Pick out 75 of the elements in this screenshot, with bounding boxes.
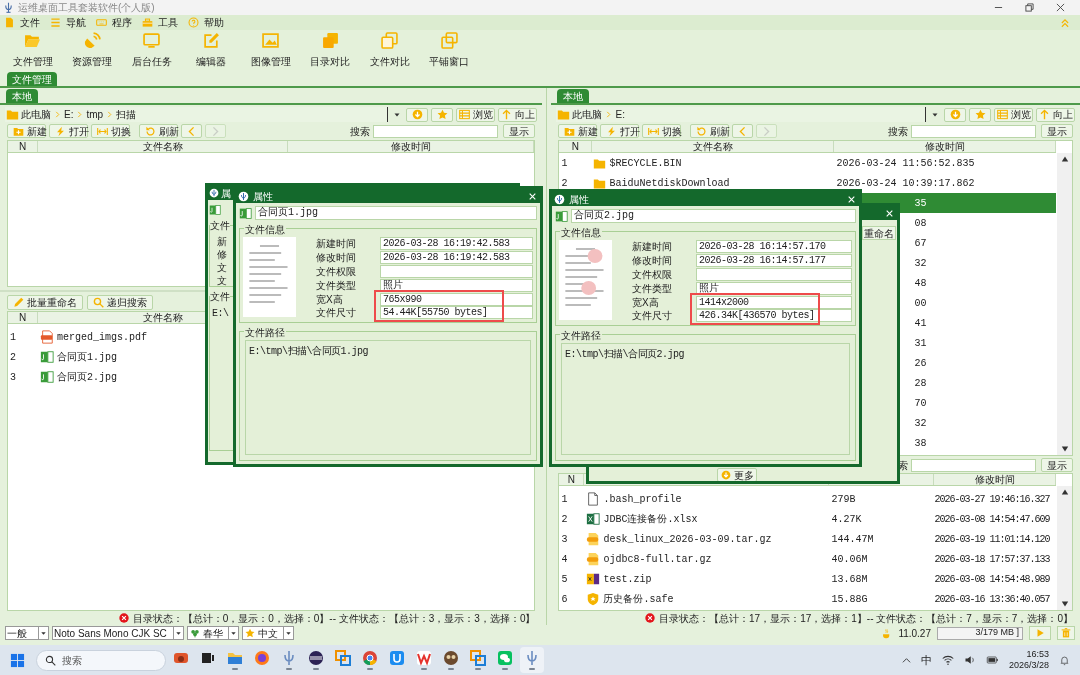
path-text: E:\tmp\扫描\合同页2.jpg (565, 348, 684, 362)
field-label: 文件尺寸 (632, 309, 673, 323)
file-name: $RECYCLE.BIN (609, 156, 682, 171)
memory-bar: 3/179 MB ] (937, 626, 1023, 640)
dialog-title: 属性 (569, 192, 589, 207)
file-name: desk_linux_2026-03-09.tar.gz (603, 532, 772, 547)
row-number: 1 (560, 492, 569, 507)
row-number: 4 (560, 552, 569, 567)
dialog-title: 属性 (253, 189, 273, 204)
field-label: 修改时间 (632, 254, 673, 268)
modified-time: 28 (914, 376, 927, 391)
modified-time: 70 (914, 396, 927, 411)
row-number: 3 (9, 370, 17, 385)
modified-time: 2026-03-08 14:54:47.609 (934, 512, 1050, 527)
field-label: 文件类型 (632, 282, 673, 296)
modified-time: 2026-03-19 11:01:14.120 (934, 532, 1050, 547)
group-label: 文件 (210, 218, 230, 233)
file-name: 合同页1.jpg (57, 350, 117, 365)
row-number: 1 (560, 156, 569, 171)
group-label: 文件 (210, 289, 230, 304)
file-name: .bash_profile (603, 492, 682, 507)
field-label: 文件类型 (316, 279, 357, 293)
modified-time: 2026-03-18 17:57:37.133 (934, 552, 1050, 567)
field-label: 文件尺寸 (316, 306, 357, 320)
file-size: 40.06M (830, 552, 869, 567)
modified-time: 38 (914, 436, 927, 451)
java-version: 11.0.27 (898, 626, 931, 641)
group-label: 文件信息 (560, 225, 602, 240)
file-name: JDBC连接备份.xlsx (603, 512, 698, 527)
file-name: merged_imgs.pdf (57, 330, 147, 345)
modified-time: 35 (914, 196, 927, 211)
file-name: test.zip (603, 572, 652, 587)
group-label: 文件路径 (244, 325, 286, 340)
search-label: 搜索 (888, 124, 908, 139)
modified-time: 2026-03-08 14:54:48.989 (934, 572, 1050, 587)
row-number: 2 (9, 350, 17, 365)
row-number: 2 (560, 512, 569, 527)
modified-time: 2026-03-16 13:36:40.057 (934, 592, 1050, 607)
dialog-title: 属 (221, 186, 231, 201)
field-label: 新 (217, 235, 227, 249)
row-number: 2 (560, 176, 569, 191)
group-label: 文件路径 (560, 328, 602, 343)
row-number: 5 (560, 572, 569, 587)
search-label: 搜索 (350, 124, 371, 139)
field-label: 新建时间 (316, 237, 357, 251)
file-size: 15.88G (830, 592, 869, 607)
file-size: 279B (830, 492, 857, 507)
file-size: 144.47M (830, 532, 875, 547)
modified-time: 2026-03-24 11:56:52.835 (835, 156, 975, 171)
field-label: 宽X高 (632, 296, 660, 310)
field-label: 文 (217, 261, 227, 275)
row-number: 6 (560, 592, 569, 607)
file-name: 合同页2.jpg (57, 370, 117, 385)
field-label: 新建时间 (632, 240, 673, 254)
file-name: ojdbc8-full.tar.gz (603, 552, 712, 567)
path-text: E:\tmp\扫描\合同页1.jpg (249, 345, 368, 359)
group-label: 文件信息 (244, 222, 286, 237)
modified-time: 32 (914, 416, 927, 431)
file-name: BaiduNetdiskDownload (609, 176, 730, 191)
row-number: 1 (9, 330, 17, 345)
file-size: 4.27K (830, 512, 863, 527)
window-title: 运维桌面工具套装软件(个人版) (18, 1, 155, 15)
field-label: 文 (217, 274, 227, 288)
file-name: 历史备份.safe (603, 592, 674, 607)
field-label: 文件权限 (316, 265, 357, 279)
modified-time: 2026-03-27 19:46:16.327 (934, 492, 1050, 507)
field-label: 修 (217, 248, 227, 262)
status-text: 目录状态：【总计：17，显示：17，选择：1】-- 文件状态：【总计：7，显示：7，选择：0】 (659, 611, 1073, 626)
field-label: 文件权限 (632, 268, 673, 282)
field-label: 宽X高 (316, 293, 344, 307)
field-label: 修改时间 (316, 251, 357, 265)
status-text: 目录状态：【总计：0，显示：0，选择：0】-- 文件状态：【总计：3，显示：3，选择：0】 (132, 611, 536, 626)
file-size: 13.68M (830, 572, 869, 587)
row-number: 3 (560, 532, 569, 547)
modified-time: 2026-03-24 10:39:17.862 (835, 176, 975, 191)
